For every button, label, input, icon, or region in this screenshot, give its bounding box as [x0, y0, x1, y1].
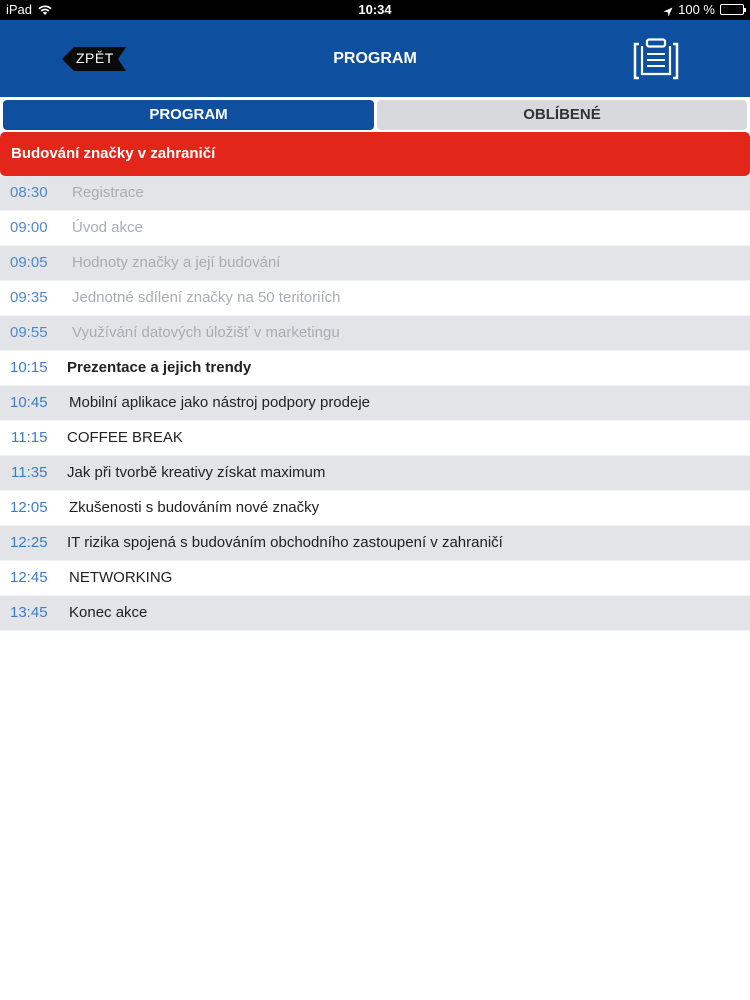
schedule-row[interactable]: 12:05 Zkušenosti s budováním nové značky	[0, 491, 750, 526]
schedule-title: Zkušenosti s budováním nové značky	[69, 499, 320, 516]
schedule-title: Prezentace a jejich trendy	[67, 359, 252, 376]
schedule-row[interactable]: 10:45 Mobilní aplikace jako nástroj podp…	[0, 386, 750, 421]
schedule-title: Jak při tvorbě kreativy získat maximum	[67, 464, 326, 481]
schedule-title: IT rizika spojená s budováním obchodního…	[67, 534, 503, 551]
schedule-row[interactable]: 11:35 Jak při tvorbě kreativy získat max…	[0, 456, 750, 491]
schedule-time: 10:45	[10, 394, 48, 411]
schedule-title: Jednotné sdílení značky na 50 teritoriíc…	[72, 289, 341, 306]
schedule-title: Konec akce	[69, 604, 148, 621]
schedule-time: 09:00	[10, 219, 48, 236]
schedule-row[interactable]: 11:15 COFFEE BREAK	[0, 421, 750, 456]
schedule-time: 13:45	[10, 604, 48, 621]
status-time: 10:34	[358, 2, 392, 17]
status-right: 100 %	[663, 2, 746, 17]
schedule-list: 08:30 Registrace 09:00 Úvod akce 09:05 H…	[0, 176, 750, 631]
schedule-title: NETWORKING	[69, 569, 173, 586]
schedule-title: Hodnoty značky a její budování	[72, 254, 281, 271]
schedule-time: 08:30	[10, 184, 48, 201]
schedule-title: Využívání datových úložišť v marketingu	[72, 324, 340, 341]
segmented-tabs: PROGRAM OBLÍBENÉ	[0, 97, 750, 132]
schedule-time: 12:45	[10, 569, 48, 586]
schedule-time: 09:35	[10, 289, 48, 306]
schedule-row[interactable]: 12:25 IT rizika spojená s budováním obch…	[0, 526, 750, 561]
schedule-row[interactable]: 09:05 Hodnoty značky a její budování	[0, 246, 750, 281]
battery-percentage: 100 %	[678, 2, 715, 17]
schedule-time: 11:15	[11, 429, 48, 446]
schedule-title: Registrace	[72, 184, 144, 201]
location-arrow-icon	[663, 5, 673, 16]
schedule-title: Mobilní aplikace jako nástroj podpory pr…	[69, 394, 371, 411]
tab-favorites[interactable]: OBLÍBENÉ	[377, 100, 747, 130]
schedule-row[interactable]: 09:55 Využívání datových úložišť v marke…	[0, 316, 750, 351]
clipboard-icon	[633, 38, 679, 80]
section-header: Budování značky v zahraničí	[0, 132, 750, 176]
schedule-row-current[interactable]: 10:15 Prezentace a jejich trendy	[0, 351, 750, 386]
tab-program[interactable]: PROGRAM	[3, 100, 374, 130]
schedule-time: 09:55	[10, 324, 48, 341]
clipboard-button[interactable]	[633, 38, 679, 80]
schedule-time: 11:35	[11, 464, 48, 481]
schedule-row[interactable]: 08:30 Registrace	[0, 176, 750, 211]
app-header: ZPĚT PROGRAM	[0, 20, 750, 97]
schedule-time: 09:05	[10, 254, 48, 271]
status-bar: iPad 10:34 100 %	[0, 0, 750, 20]
schedule-time: 12:25	[10, 534, 48, 551]
schedule-row[interactable]: 09:35 Jednotné sdílení značky na 50 teri…	[0, 281, 750, 316]
schedule-time: 10:15	[10, 359, 48, 376]
schedule-row[interactable]: 12:45 NETWORKING	[0, 561, 750, 596]
battery-icon	[720, 4, 746, 15]
schedule-title: COFFEE BREAK	[67, 429, 183, 446]
schedule-title: Úvod akce	[72, 219, 143, 236]
schedule-row[interactable]: 13:45 Konec akce	[0, 596, 750, 631]
schedule-time: 12:05	[10, 499, 48, 516]
schedule-row[interactable]: 09:00 Úvod akce	[0, 211, 750, 246]
